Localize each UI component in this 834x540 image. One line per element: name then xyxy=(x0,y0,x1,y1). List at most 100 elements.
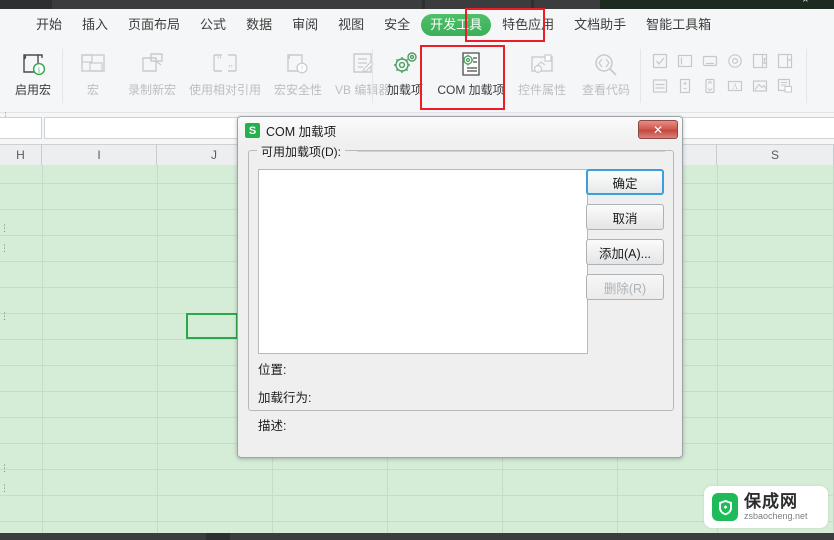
option-button-control-icon[interactable] xyxy=(723,49,746,72)
remove-button: 删除(R) xyxy=(586,274,664,300)
com-addins-icon xyxy=(456,47,486,83)
dialog-title-bar[interactable]: S COM 加载项 ✕ xyxy=(238,117,682,144)
watermark-domain: zsbaocheng.net xyxy=(744,510,808,521)
addin-load-behavior-label: 加载行为: xyxy=(258,391,312,405)
svg-text:“: “ xyxy=(217,54,222,66)
ribbon-separator xyxy=(62,49,63,103)
ribbon-separator xyxy=(640,49,641,103)
available-addins-label: 可用加载项(D): xyxy=(257,143,345,160)
ribbon-group-macro-tools: 宏 录制新宏 “ ” 使用相对引用 ! 宏安全性 VB 编辑器 xyxy=(66,41,395,113)
grid-line-vertical xyxy=(157,165,158,533)
textbox-control-icon[interactable] xyxy=(673,49,696,72)
relative-reference-icon: “ ” xyxy=(208,47,242,83)
watermark-text: 保成网 zsbaocheng.net xyxy=(744,492,808,522)
addin-description-label: 描述: xyxy=(258,419,287,433)
ribbon-separator xyxy=(372,49,373,103)
tab-view[interactable]: 视图 xyxy=(329,14,373,36)
grid-line-horizontal xyxy=(0,469,834,470)
group-divider xyxy=(357,151,665,152)
available-addins-listbox[interactable] xyxy=(258,169,588,354)
cancel-button[interactable]: 取消 xyxy=(586,204,664,230)
macro-icon xyxy=(78,47,108,83)
tab-review[interactable]: 审阅 xyxy=(283,14,327,36)
ribbon-button-view-code[interactable]: 查看代码 xyxy=(574,41,638,109)
tab-data[interactable]: 数据 xyxy=(237,14,281,36)
title-strip-segment xyxy=(425,0,531,9)
ribbon-group-form-controls: A xyxy=(648,49,796,97)
ribbon-button-record-macro[interactable]: 录制新宏 xyxy=(120,41,184,109)
collapse-ribbon-icon[interactable]: ⌃ xyxy=(801,0,810,10)
ribbon-group-addins: 加载项 COM 加载项 i 控件属性 查看代码 xyxy=(378,41,638,113)
row-marker-dots: ⋮ xyxy=(0,243,9,253)
control-properties-icon: i xyxy=(527,47,557,83)
dialog-button-column: 确定 取消 添加(A)... 删除(R) xyxy=(586,169,664,300)
available-addins-group: 可用加载项(D): 确定 取消 添加(A)... 删除(R) 位置: 加载行为:… xyxy=(248,143,674,433)
listbox-control-icon[interactable] xyxy=(748,49,771,72)
view-code-icon xyxy=(591,47,621,83)
ribbon-button-label: 宏 xyxy=(86,83,99,97)
ribbon-button-macro[interactable]: 宏 xyxy=(66,41,120,109)
ribbon-button-label: 加载项 xyxy=(386,83,423,97)
add-button[interactable]: 添加(A)... xyxy=(586,239,664,265)
status-bar-segment xyxy=(0,533,206,540)
button-control-icon[interactable] xyxy=(698,49,721,72)
vb-editor-icon xyxy=(348,47,378,83)
label-control-icon[interactable]: A xyxy=(723,74,746,97)
dialog-body: 可用加载项(D): 确定 取消 添加(A)... 删除(R) 位置: 加载行为:… xyxy=(238,143,682,459)
ribbon-button-control-properties[interactable]: i 控件属性 xyxy=(510,41,574,109)
tab-page-layout[interactable]: 页面布局 xyxy=(119,14,189,36)
ribbon: i 启用宏 宏 录制新宏 “ ” 使用相对引用 ! 宏安全性 VB 编辑器 加载… xyxy=(0,41,834,113)
column-header-H[interactable]: H xyxy=(0,145,42,165)
title-strip-segment xyxy=(52,0,422,9)
ribbon-button-relative-reference[interactable]: “ ” 使用相对引用 xyxy=(184,41,266,109)
dialog-title: COM 加载项 xyxy=(266,125,337,139)
active-cell-selection[interactable] xyxy=(186,313,238,339)
ribbon-group-enable-macro: i 启用宏 xyxy=(6,41,60,113)
combobox-control-icon[interactable] xyxy=(773,49,796,72)
ok-button[interactable]: 确定 xyxy=(586,169,664,195)
title-strip-accent xyxy=(600,0,834,9)
more-controls-icon[interactable] xyxy=(773,74,796,97)
tab-smart-toolbox[interactable]: 智能工具箱 xyxy=(637,14,720,36)
row-marker-dots: ⋮ xyxy=(0,223,9,233)
tab-home[interactable]: 开始 xyxy=(27,14,71,36)
window-title-strip: ⌃ xyxy=(0,0,834,10)
tab-special-apps[interactable]: 特色应用 xyxy=(493,14,563,36)
grid-line-vertical xyxy=(42,165,43,533)
spinner-control-icon[interactable] xyxy=(673,74,696,97)
tab-security[interactable]: 安全 xyxy=(375,14,419,36)
wps-spreadsheet-icon: S xyxy=(245,123,260,138)
enable-macro-icon: i xyxy=(18,47,48,83)
close-icon[interactable]: ✕ xyxy=(638,120,678,139)
tab-insert[interactable]: 插入 xyxy=(73,14,117,36)
shield-icon xyxy=(712,493,738,521)
column-header-I[interactable]: I xyxy=(42,145,157,165)
grid-line-vertical xyxy=(717,165,718,533)
ribbon-button-label: 录制新宏 xyxy=(127,83,176,97)
tab-doc-assistant[interactable]: 文档助手 xyxy=(565,14,635,36)
checkbox-control-icon[interactable] xyxy=(648,49,671,72)
wps-spreadsheet-window: ⌃ 开始 插入 页面布局 公式 数据 审阅 视图 安全 开发工具 特色应用 文档… xyxy=(0,0,834,540)
name-box[interactable] xyxy=(0,117,42,139)
groupbox-control-icon[interactable] xyxy=(648,74,671,97)
scrollbar-control-icon[interactable] xyxy=(698,74,721,97)
ribbon-button-macro-security[interactable]: ! 宏安全性 xyxy=(266,41,330,109)
ribbon-button-label: 宏安全性 xyxy=(274,83,323,97)
ribbon-tab-bar: 开始 插入 页面布局 公式 数据 审阅 视图 安全 开发工具 特色应用 文档助手… xyxy=(0,9,834,41)
addin-location-label: 位置: xyxy=(258,363,287,377)
ribbon-button-addins[interactable]: 加载项 xyxy=(378,41,432,109)
addins-icon xyxy=(389,47,421,83)
svg-text:A: A xyxy=(732,82,738,91)
image-control-icon[interactable] xyxy=(748,74,771,97)
ribbon-button-label: 使用相对引用 xyxy=(189,83,262,97)
macro-security-icon: ! xyxy=(283,47,313,83)
watermark-badge: 保成网 zsbaocheng.net xyxy=(704,486,828,528)
column-header-S[interactable]: S xyxy=(717,145,834,165)
ribbon-button-enable-macro[interactable]: i 启用宏 xyxy=(6,41,60,109)
tab-formula[interactable]: 公式 xyxy=(191,14,235,36)
ribbon-separator xyxy=(806,49,807,103)
addin-info-panel: 位置: 加载行为: 描述: xyxy=(258,363,588,447)
tab-developer[interactable]: 开发工具 xyxy=(421,14,492,36)
ribbon-button-com-addins[interactable]: COM 加载项 xyxy=(432,41,510,109)
com-addins-dialog: S COM 加载项 ✕ 可用加载项(D): 确定 取消 添加(A)... 删除(… xyxy=(237,116,683,458)
